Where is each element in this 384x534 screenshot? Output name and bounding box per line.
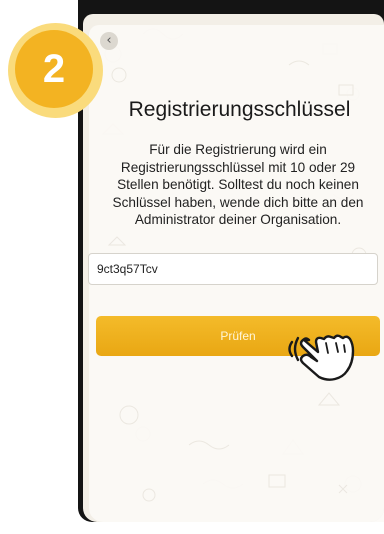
back-button[interactable]: ‹ bbox=[100, 32, 118, 50]
step-number: 2 bbox=[15, 30, 93, 108]
tutorial-stage: ‹ Registrierungsschlüssel Für die Regist… bbox=[0, 0, 384, 534]
tap-hand-icon bbox=[288, 334, 355, 381]
dialog-title: Registrierungsschlüssel bbox=[128, 98, 351, 121]
dialog-description: Für die Registrierung wird ein Registrie… bbox=[112, 142, 364, 227]
chevron-left-icon: ‹ bbox=[106, 33, 112, 48]
registration-key-input[interactable] bbox=[88, 253, 378, 285]
